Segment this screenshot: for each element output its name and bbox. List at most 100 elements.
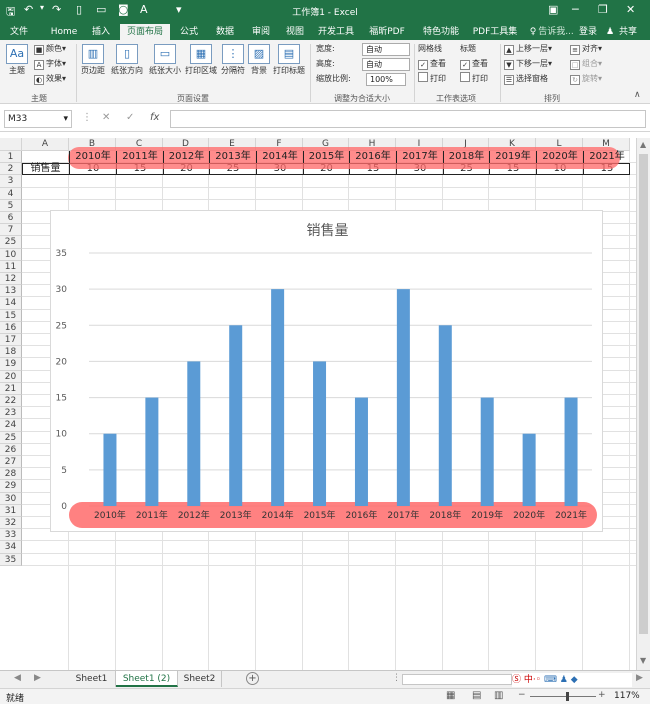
row-header[interactable]: 14 bbox=[0, 297, 22, 310]
cell-year[interactable]: 2011年 bbox=[116, 151, 163, 164]
tab-insert[interactable]: 插入 bbox=[86, 24, 116, 40]
tell-me-input[interactable]: 告诉我... bbox=[538, 24, 574, 40]
name-box[interactable]: M33 ▾ bbox=[4, 110, 72, 128]
height-dropdown[interactable]: 自动 bbox=[362, 58, 410, 71]
row-header[interactable]: 7 bbox=[0, 224, 22, 237]
scale-input[interactable]: 100% bbox=[366, 73, 406, 86]
insert-function-icon[interactable]: fx bbox=[150, 112, 159, 123]
tab-features[interactable]: 特色功能 bbox=[416, 24, 466, 40]
tab-split-icon[interactable]: ⋮ bbox=[392, 673, 401, 683]
tab-home[interactable]: Home bbox=[46, 24, 82, 40]
row-header[interactable]: 33 bbox=[0, 529, 22, 542]
tab-sheet1-2[interactable]: Sheet1 (2) bbox=[116, 671, 178, 687]
tab-pdf-tools[interactable]: PDF工具集 bbox=[470, 24, 520, 40]
cell-year[interactable]: 2017年 bbox=[396, 151, 443, 164]
select-all-corner[interactable] bbox=[0, 138, 22, 151]
cell-year[interactable]: 2010年 bbox=[69, 151, 116, 164]
cell-year[interactable]: 2021年 bbox=[583, 151, 630, 164]
column-header-a[interactable]: A bbox=[22, 138, 69, 151]
chart[interactable]: 销售量 0 5 10 15 20 25 30 35 2010年 2011年 2012年 2013年 201… bbox=[50, 210, 603, 532]
zoom-slider[interactable] bbox=[530, 696, 596, 697]
cell-year[interactable]: 2018年 bbox=[443, 151, 489, 164]
row-header[interactable]: 24 bbox=[0, 419, 22, 432]
breaks-button[interactable]: ⋮ 分隔符 bbox=[220, 44, 246, 76]
row-header[interactable]: 17 bbox=[0, 334, 22, 347]
row-header[interactable]: 25 bbox=[0, 431, 22, 444]
next-sheet-icon[interactable]: ▶ bbox=[34, 673, 41, 683]
row-header[interactable]: 12 bbox=[0, 273, 22, 286]
background-button[interactable]: ▨ 背景 bbox=[248, 44, 270, 76]
row-header[interactable]: 22 bbox=[0, 395, 22, 408]
gridlines-view-checkbox[interactable]: ✓ 查看 bbox=[418, 57, 446, 71]
zoom-slider-thumb[interactable] bbox=[566, 692, 569, 701]
row-header[interactable]: 4 bbox=[0, 187, 22, 200]
login-link[interactable]: 登录 bbox=[576, 24, 600, 40]
zoom-level[interactable]: 117% bbox=[614, 691, 640, 701]
row-header[interactable]: 19 bbox=[0, 358, 22, 371]
row-header[interactable]: 20 bbox=[0, 370, 22, 383]
row-header[interactable]: 5 bbox=[0, 199, 22, 212]
rotate-button[interactable]: ↻ 旋转▾ bbox=[570, 72, 602, 86]
tab-file[interactable]: 文件 bbox=[4, 24, 34, 40]
cell-year[interactable]: 2019年 bbox=[489, 151, 536, 164]
restore-icon[interactable]: ❐ bbox=[598, 3, 608, 16]
scroll-down-icon[interactable]: ▼ bbox=[640, 656, 646, 665]
vertical-scrollbar[interactable]: ▲ ▼ bbox=[636, 138, 650, 670]
scroll-up-icon[interactable]: ▲ bbox=[640, 140, 646, 149]
margins-button[interactable]: ▥ 页边距 bbox=[80, 44, 106, 76]
tab-sheet1[interactable]: Sheet1 bbox=[68, 671, 116, 687]
row-header[interactable]: 3 bbox=[0, 175, 22, 188]
row-header[interactable]: 23 bbox=[0, 407, 22, 420]
collapse-ribbon-icon[interactable]: ∧ bbox=[634, 90, 641, 100]
minimize-icon[interactable]: ─ bbox=[572, 3, 579, 16]
tab-foxit-pdf[interactable]: 福昕PDF bbox=[362, 24, 412, 40]
ribbon-options-icon[interactable]: ▣ bbox=[548, 3, 558, 16]
tab-data[interactable]: 数据 bbox=[210, 24, 240, 40]
row-header[interactable]: 26 bbox=[0, 443, 22, 456]
cell-year[interactable]: 2020年 bbox=[536, 151, 583, 164]
group-button[interactable]: □ 组合▾ bbox=[570, 57, 602, 71]
row-header[interactable]: 1 bbox=[0, 151, 22, 164]
tab-sheet2[interactable]: Sheet2 bbox=[178, 671, 222, 687]
headings-view-checkbox[interactable]: ✓ 查看 bbox=[460, 57, 488, 71]
row-header[interactable]: 16 bbox=[0, 321, 22, 334]
bring-forward-button[interactable]: ▲ 上移一层▾ bbox=[504, 42, 552, 56]
row-header[interactable]: 6 bbox=[0, 212, 22, 225]
row-header[interactable]: 18 bbox=[0, 346, 22, 359]
zoom-out-button[interactable]: − bbox=[518, 690, 526, 700]
fonts-button[interactable]: A 字体▾ bbox=[34, 57, 66, 71]
prev-sheet-icon[interactable]: ◀ bbox=[14, 673, 21, 683]
width-dropdown[interactable]: 自动 bbox=[362, 43, 410, 56]
formula-input[interactable] bbox=[170, 110, 646, 128]
page-break-view-icon[interactable]: ▥ bbox=[494, 690, 503, 701]
size-button[interactable]: ▭ 纸张大小 bbox=[148, 44, 182, 76]
cell-year[interactable]: 2016年 bbox=[349, 151, 396, 164]
cell-year[interactable]: 2014年 bbox=[256, 151, 303, 164]
align-button[interactable]: ≡ 对齐▾ bbox=[570, 42, 602, 56]
normal-view-icon[interactable]: ▦ bbox=[446, 690, 455, 701]
row-header[interactable]: 13 bbox=[0, 285, 22, 298]
tab-formulas[interactable]: 公式 bbox=[174, 24, 204, 40]
cell-year[interactable]: 2015年 bbox=[303, 151, 349, 164]
row-header[interactable]: 10 bbox=[0, 248, 22, 261]
scroll-right-icon[interactable]: ▶ bbox=[636, 673, 643, 683]
horizontal-scrollbar[interactable] bbox=[402, 674, 512, 685]
print-area-button[interactable]: ▦ 打印区域 bbox=[184, 44, 218, 76]
row-header[interactable]: 27 bbox=[0, 456, 22, 469]
share-button[interactable]: 共享 bbox=[616, 24, 640, 40]
scroll-thumb[interactable] bbox=[639, 154, 648, 634]
row-header[interactable]: 21 bbox=[0, 382, 22, 395]
add-sheet-icon[interactable]: + bbox=[246, 672, 259, 685]
tab-page-layout[interactable]: 页面布局 bbox=[120, 24, 170, 40]
send-backward-button[interactable]: ▼ 下移一层▾ bbox=[504, 57, 552, 71]
row-header[interactable]: 29 bbox=[0, 480, 22, 493]
tab-review[interactable]: 审阅 bbox=[246, 24, 276, 40]
row-header[interactable]: 25 bbox=[0, 236, 22, 249]
cancel-icon[interactable]: ✕ bbox=[102, 112, 110, 123]
row-header[interactable]: 30 bbox=[0, 492, 22, 505]
tab-view[interactable]: 视图 bbox=[280, 24, 310, 40]
row-header[interactable]: 2 bbox=[0, 163, 22, 176]
cell-year[interactable]: 2012年 bbox=[163, 151, 209, 164]
zoom-in-button[interactable]: + bbox=[598, 690, 606, 700]
row-header[interactable]: 32 bbox=[0, 517, 22, 530]
